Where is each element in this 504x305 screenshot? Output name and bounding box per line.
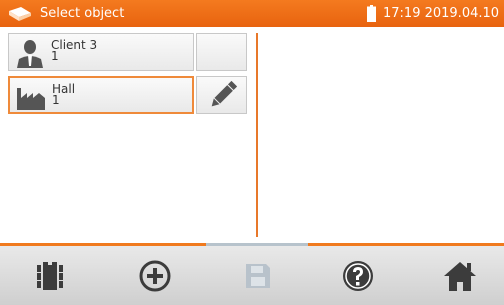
save-button[interactable] (208, 246, 308, 305)
edit-object-button[interactable] (196, 76, 247, 114)
home-button[interactable] (410, 246, 504, 305)
object-list-panel: Client 3 1 Hall 1 (0, 27, 504, 243)
title-bar: Select object 17:19 2019.04.10 (0, 0, 504, 27)
battery-icon (367, 5, 376, 22)
object-item-hall[interactable]: Hall 1 (8, 76, 194, 114)
structure-icon (37, 261, 63, 290)
object-number: 1 (51, 49, 59, 63)
factory-icon (17, 88, 45, 110)
clock-date: 17:19 2019.04.10 (383, 6, 500, 21)
add-button[interactable] (105, 246, 205, 305)
save-icon (246, 263, 270, 288)
page-title: Select object (40, 6, 125, 21)
help-button[interactable] (308, 246, 408, 305)
bottom-toolbar (0, 246, 504, 305)
object-number: 1 (52, 93, 60, 107)
object-action-empty[interactable] (196, 33, 247, 71)
pencil-icon (211, 80, 237, 107)
help-icon (343, 260, 373, 291)
brand-logo-icon (9, 7, 31, 21)
person-icon (17, 40, 43, 68)
structure-button[interactable] (0, 246, 100, 305)
object-item-client-3[interactable]: Client 3 1 (8, 33, 194, 71)
add-circle-icon (139, 260, 171, 291)
home-icon (444, 261, 476, 291)
panel-divider (256, 33, 258, 237)
